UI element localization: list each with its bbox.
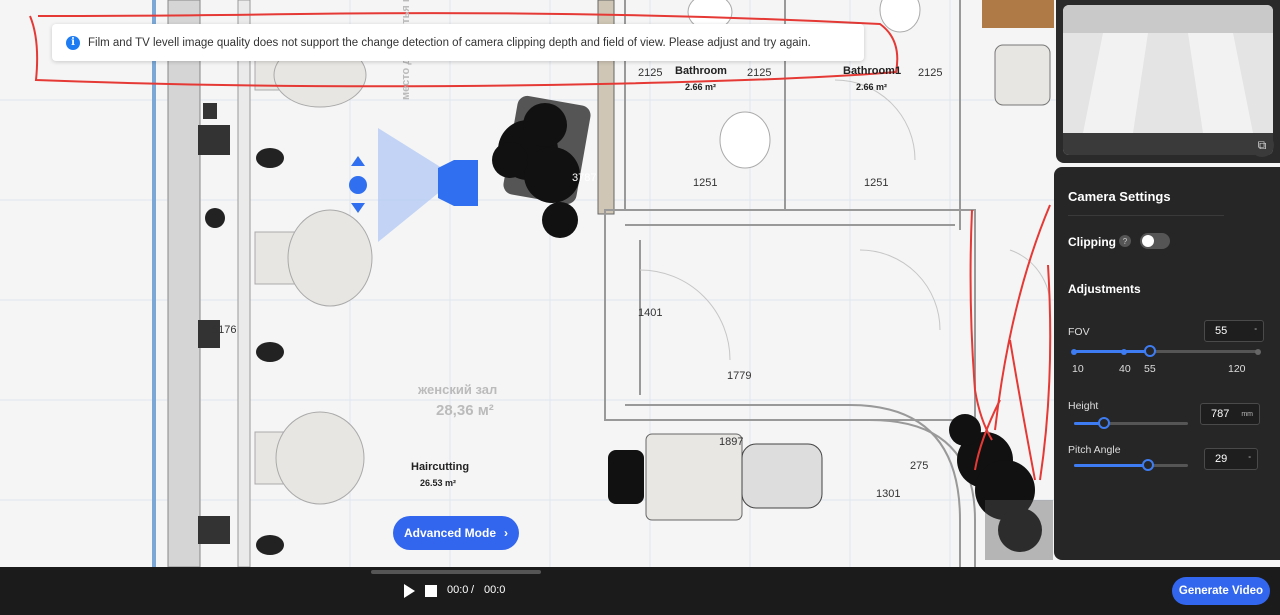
player-bar: 00:0 / 00:0 Generate Video (0, 567, 1280, 615)
room-area: 26.53 m² (420, 478, 457, 488)
fov-input[interactable]: 55 ° (1204, 320, 1264, 342)
hall-area-text: 28,36 м² (436, 402, 494, 419)
dimension-label: 1897 (719, 436, 744, 448)
camera-preview[interactable]: ⧉ (1056, 0, 1280, 163)
clipping-toggle[interactable] (1140, 233, 1170, 249)
play-icon[interactable] (404, 584, 415, 598)
pitch-label: Pitch Angle (1068, 444, 1121, 456)
advanced-mode-label: Advanced Mode (403, 526, 496, 540)
total-time: 00:0 (484, 584, 506, 596)
fov-tick-dot (1071, 349, 1077, 355)
time-separator: / (471, 584, 475, 596)
timeline-progress[interactable] (371, 570, 541, 574)
room-name: Haircutting (411, 461, 470, 473)
fov-label: FOV (1068, 326, 1090, 338)
editor-stage: 2125 2125 2125 1251 1251 3787 1401 1779 … (0, 0, 1280, 615)
dimension-label: 3787 (572, 172, 597, 184)
adjustments-label: Adjustments (1068, 282, 1141, 296)
height-unit: mm (1241, 410, 1253, 418)
height-label: Height (1068, 400, 1099, 412)
dimension-label: 2125 (638, 67, 663, 79)
generate-video-button[interactable]: Generate Video (1172, 577, 1270, 605)
room-area: 2.66 m² (856, 82, 888, 92)
dimension-label: 1779 (727, 370, 752, 382)
fov-tick-label: 10 (1072, 363, 1084, 375)
fov-tick-dot (1121, 349, 1127, 355)
fov-unit: ° (1254, 327, 1257, 335)
current-time: 00:0 (447, 584, 469, 596)
pitch-input[interactable]: 29 ° (1204, 448, 1258, 470)
fov-tick-label: 55 (1144, 363, 1156, 375)
dimension-label: 1251 (864, 177, 889, 189)
pitch-slider-thumb[interactable] (1142, 459, 1154, 471)
expand-icon[interactable]: ⧉ (1250, 133, 1274, 157)
dimension-label: 1301 (876, 488, 901, 500)
dimension-label: 1401 (638, 307, 663, 319)
preview-image (1063, 5, 1273, 155)
room-name: Bathroom (675, 65, 727, 77)
warning-toast: i Film and TV levell image quality does … (52, 24, 864, 61)
dimension-label: 275 (910, 460, 929, 472)
stop-icon[interactable] (425, 585, 437, 597)
height-value: 787 (1211, 408, 1230, 420)
dimension-label: 6176 (212, 324, 237, 336)
room-area: 2.66 m² (685, 82, 717, 92)
room-name: Bathroom1 (843, 65, 902, 77)
pitch-unit: ° (1248, 455, 1251, 463)
pitch-slider-fill (1074, 464, 1144, 467)
dimension-label: 2125 (747, 67, 772, 79)
fov-value: 55 (1215, 325, 1228, 337)
fov-tick-label: 40 (1119, 363, 1131, 375)
fov-slider-thumb[interactable] (1144, 345, 1156, 357)
advanced-mode-button[interactable]: Advanced Mode › (393, 516, 519, 550)
panel-title: Camera Settings (1068, 189, 1171, 204)
divider (1068, 215, 1224, 216)
dimension-label: 1251 (693, 177, 718, 189)
clipping-label: Clipping (1068, 235, 1116, 249)
toggle-knob (1142, 235, 1154, 247)
fov-tick-dot (1255, 349, 1261, 355)
fov-tick-label: 120 (1228, 363, 1246, 375)
info-icon: i (66, 35, 80, 50)
camera-settings-panel: Camera Settings Clipping ? Adjustments F… (1054, 167, 1280, 560)
hall-name-text: женский зал (418, 382, 498, 397)
help-icon[interactable]: ? (1119, 235, 1131, 247)
height-input[interactable]: 787 mm (1200, 403, 1260, 425)
pitch-value: 29 (1215, 453, 1228, 465)
dimension-label: 2125 (918, 67, 943, 79)
toast-message: Film and TV levell image quality does no… (88, 36, 811, 49)
fov-slider-fill (1074, 350, 1150, 353)
chevron-right-icon: › (504, 526, 508, 540)
height-slider-thumb[interactable] (1098, 417, 1110, 429)
